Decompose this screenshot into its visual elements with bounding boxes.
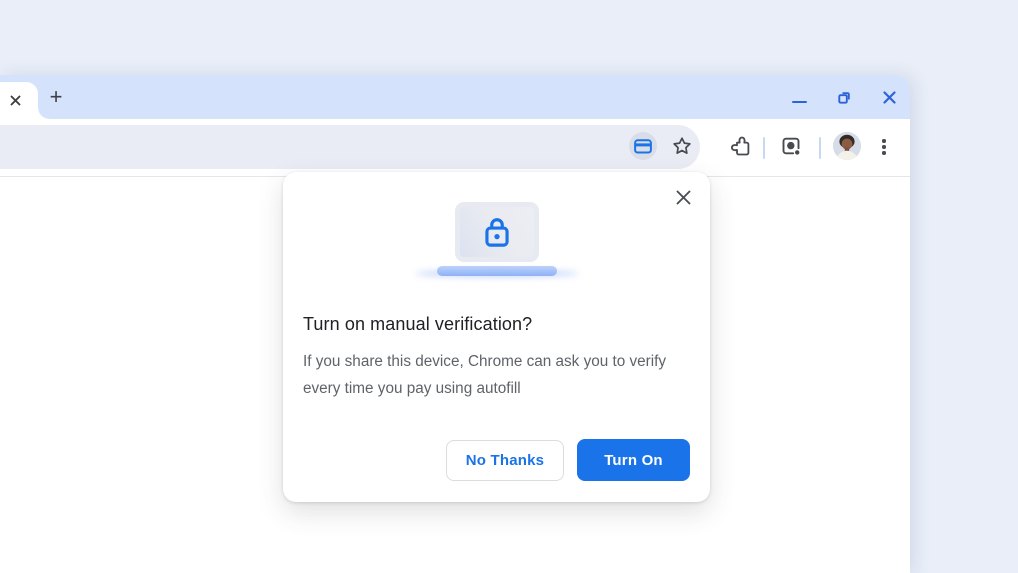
manual-verification-dialog: Turn on manual verification? If you shar… [283,172,710,502]
kebab-dot [882,151,885,154]
star-icon [672,136,692,156]
lock-icon [483,215,511,249]
payment-autofill-button[interactable] [629,132,657,160]
toolbar-separator [763,137,765,159]
window-controls [791,75,897,119]
close-icon [10,95,21,106]
restore-button[interactable] [836,89,852,105]
dialog-title: Turn on manual verification? [303,314,690,335]
close-icon [675,189,692,206]
kebab-dot [882,145,885,148]
new-tab-button[interactable]: + [42,83,70,111]
no-thanks-button[interactable]: No Thanks [446,440,564,481]
laptop-screen [455,202,539,262]
laptop-base [437,266,557,276]
toolbar-separator [819,137,821,159]
address-bar[interactable] [0,125,700,169]
camera-viewfinder-icon [781,136,801,156]
puzzle-piece-icon [730,136,750,156]
profile-avatar[interactable] [833,132,861,160]
plus-icon: + [50,86,63,108]
close-icon [882,90,897,105]
minimize-button[interactable] [791,89,807,105]
restore-icon [837,90,852,105]
laptop-lock-illustration [283,172,710,277]
dialog-close-button[interactable] [669,183,697,211]
kebab-dot [882,139,885,142]
browser-toolbar [0,119,910,177]
dialog-body-text: If you share this device, Chrome can ask… [303,348,688,402]
avatar-photo [833,132,861,160]
window-close-button[interactable] [881,89,897,105]
active-tab[interactable] [0,82,38,119]
lens-capture-button[interactable] [781,136,801,156]
bookmark-button[interactable] [672,136,692,156]
minimize-icon [792,101,807,104]
tab-close-button[interactable] [7,92,23,108]
tab-strip: + [0,75,910,119]
turn-on-button[interactable]: Turn On [577,439,690,481]
extensions-button[interactable] [730,136,750,156]
browser-menu-button[interactable] [878,133,890,161]
dialog-actions: No Thanks Turn On [446,439,690,481]
credit-card-icon [634,139,652,154]
